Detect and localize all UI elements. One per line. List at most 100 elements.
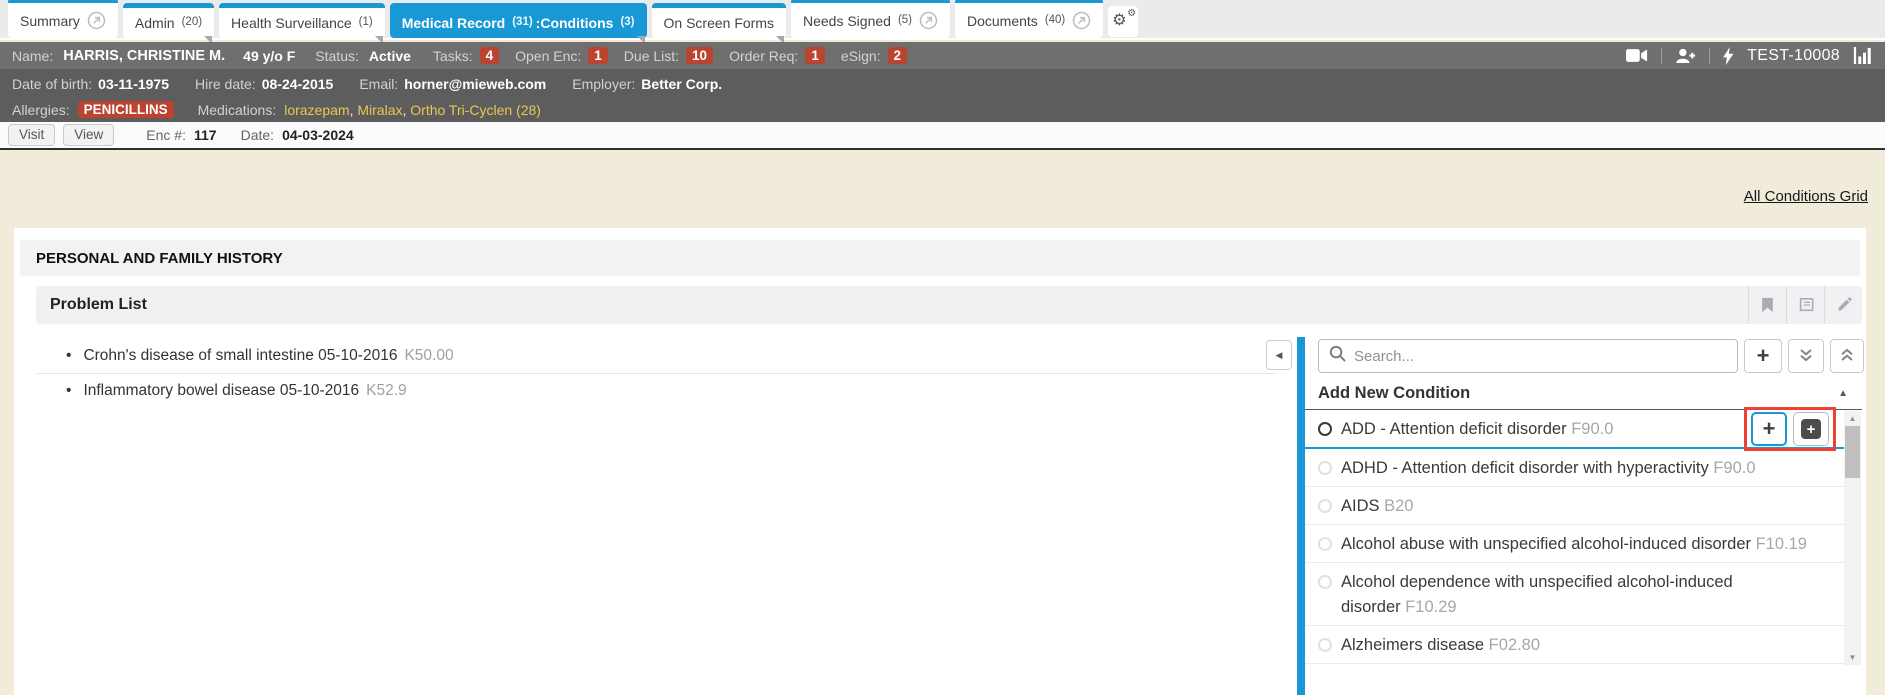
stat-count-badge[interactable]: 2 xyxy=(888,47,908,64)
patient-header-row2: Date of birth:03-11-1975Hire date:08-24-… xyxy=(12,71,1873,97)
bullet-icon: • xyxy=(66,382,71,400)
add-icon: + xyxy=(1763,418,1776,440)
field-label: Date of birth: xyxy=(12,76,92,92)
scroll-down-icon[interactable]: ▼ xyxy=(1844,651,1861,664)
pencil-button[interactable] xyxy=(1824,286,1862,324)
collapse-all-button[interactable] xyxy=(1830,339,1864,373)
tab-health-surveillance[interactable]: Health Surveillance(1) xyxy=(219,3,385,38)
expand-all-icon xyxy=(1799,348,1813,362)
section-title: PERSONAL AND FAMILY HISTORY xyxy=(36,250,283,267)
medication-link[interactable]: Ortho Tri-Cyclen (28) xyxy=(410,102,541,118)
add-new-condition-header[interactable]: Add New Condition ▲ xyxy=(1305,384,1862,403)
radio-icon[interactable] xyxy=(1318,422,1332,436)
condition-row-alzheimers[interactable]: Alzheimers disease F02.80 xyxy=(1305,626,1844,664)
problem-item[interactable]: •Inflammatory bowel disease 05-10-2016K5… xyxy=(36,373,1276,408)
field-email: Email:horner@mieweb.com xyxy=(359,76,546,92)
date-label: Date: xyxy=(241,127,274,143)
add-button[interactable]: + xyxy=(1744,339,1782,373)
chart-button[interactable] xyxy=(1853,47,1873,64)
stat-count-badge[interactable]: 1 xyxy=(805,47,825,64)
stat-count-badge[interactable]: 10 xyxy=(686,47,713,64)
search-input[interactable] xyxy=(1354,348,1727,365)
medication-link[interactable]: lorazepam xyxy=(284,102,349,118)
stat-esign: eSign:2 xyxy=(841,47,907,64)
condition-text: AIDS B20 xyxy=(1341,494,1413,519)
tab-on-screen-forms[interactable]: On Screen Forms xyxy=(652,3,786,38)
allergy-badge[interactable]: PENICILLINS xyxy=(78,101,174,118)
condition-row-alcohol[interactable]: Alcohol abuse with unspecified alcohol-i… xyxy=(1305,525,1844,563)
bookmark-button[interactable] xyxy=(1748,286,1786,324)
book-button[interactable] xyxy=(1786,286,1824,324)
condition-row-aids[interactable]: AIDS B20 xyxy=(1305,487,1844,525)
collapse-panel-button[interactable]: ◀ xyxy=(1266,340,1292,370)
collapse-all-icon xyxy=(1840,348,1854,365)
radio-icon[interactable] xyxy=(1318,461,1332,475)
condition-row-alcohol[interactable]: Alcohol dependence with unspecified alco… xyxy=(1305,563,1844,626)
condition-text: Alcohol dependence with unspecified alco… xyxy=(1341,570,1810,620)
field-value: horner@mieweb.com xyxy=(404,76,546,92)
tab-count: (20) xyxy=(182,17,202,29)
tab-bar: Summary Admin (20) Health Surveillance(1)Me… xyxy=(0,0,1885,40)
tab-medical-record[interactable]: Medical Record(31):Conditions(3) xyxy=(390,3,647,38)
settings-button[interactable]: ⚙⚙ xyxy=(1108,6,1138,37)
tab-count: (31) xyxy=(512,17,532,29)
add-person-button[interactable] xyxy=(1675,48,1696,64)
condition-code: F90.0 xyxy=(1567,420,1614,438)
tab-count: (1) xyxy=(359,17,373,29)
condition-text: Alcohol abuse with unspecified alcohol-i… xyxy=(1341,532,1807,557)
scroll-up-icon[interactable]: ▲ xyxy=(1844,412,1861,425)
add-condition-options-button[interactable]: + xyxy=(1793,412,1829,446)
video-camera-button[interactable] xyxy=(1626,48,1648,63)
radio-icon[interactable] xyxy=(1318,537,1332,551)
radio-icon[interactable] xyxy=(1318,638,1332,652)
status-value: Active xyxy=(369,48,411,64)
problem-text: Inflammatory bowel disease 05-10-2016 xyxy=(83,382,359,400)
radio-icon[interactable] xyxy=(1318,575,1332,589)
divider xyxy=(1709,48,1710,64)
add-icon: + xyxy=(1757,345,1770,367)
add-condition-button[interactable]: + xyxy=(1751,412,1787,446)
condition-row-adhd[interactable]: ADHD - Attention deficit disorder with h… xyxy=(1305,449,1844,487)
name-label: Name: xyxy=(12,48,53,64)
field-label: Employer: xyxy=(572,76,635,92)
expand-all-icon xyxy=(1799,348,1813,365)
tab-admin[interactable]: Admin (20) xyxy=(123,3,214,38)
condition-code: F90.0 xyxy=(1709,459,1756,477)
tab-documents[interactable]: Documents(40) xyxy=(955,0,1103,38)
medication-link[interactable]: Miralax xyxy=(357,102,402,118)
stat-order-req: Order Req:1 xyxy=(729,47,825,64)
field-value: Better Corp. xyxy=(641,76,722,92)
patient-stats: Tasks:4Open Enc:1Due List:10Order Req:1e… xyxy=(433,47,907,64)
field-value: 08-24-2015 xyxy=(262,76,334,92)
all-conditions-grid-link[interactable]: All Conditions Grid xyxy=(1744,188,1868,205)
view-button[interactable]: View xyxy=(63,124,114,146)
lightning-icon xyxy=(1723,47,1734,65)
patient-name: HARRIS, CHRISTINE M. xyxy=(63,48,225,64)
section-collapse-icon[interactable]: ▲ xyxy=(1838,388,1848,399)
condition-text: Alzheimers disease F02.80 xyxy=(1341,633,1540,658)
condition-list: ADD - Attention deficit disorder F90.0 + +… xyxy=(1305,410,1844,664)
condition-label: ADD - Attention deficit disorder xyxy=(1341,420,1567,438)
stat-open-enc: Open Enc:1 xyxy=(515,47,608,64)
visit-button[interactable]: Visit xyxy=(8,124,55,146)
condition-row-add[interactable]: ADD - Attention deficit disorder F90.0 + + xyxy=(1305,410,1844,449)
stat-count-badge[interactable]: 4 xyxy=(480,47,500,64)
date-value: 04-03-2024 xyxy=(282,127,354,143)
tab-label: Admin xyxy=(135,16,175,30)
expand-all-button[interactable] xyxy=(1788,339,1824,373)
problem-item[interactable]: •Crohn's disease of small intestine 05-1… xyxy=(36,338,1276,373)
radio-icon[interactable] xyxy=(1318,499,1332,513)
patient-header-tools: TEST-10008 xyxy=(1626,47,1873,65)
problem-list-header: Problem List xyxy=(36,286,1862,324)
tab-summary[interactable]: Summary xyxy=(8,0,118,38)
chart-icon xyxy=(1853,47,1873,64)
condition-text: ADD - Attention deficit disorder F90.0 xyxy=(1341,417,1613,442)
scrollbar-thumb[interactable] xyxy=(1845,426,1860,478)
field-employer: Employer: Better Corp. xyxy=(572,76,722,92)
lightning-button[interactable] xyxy=(1723,47,1734,65)
scrollbar[interactable]: ▲ ▼ xyxy=(1844,411,1861,665)
enc-label: Enc #: xyxy=(146,127,186,143)
tab-needs-signed[interactable]: Needs Signed(5) xyxy=(791,0,950,38)
section-header-personal-family-history[interactable]: PERSONAL AND FAMILY HISTORY xyxy=(20,240,1860,276)
stat-count-badge[interactable]: 1 xyxy=(588,47,608,64)
